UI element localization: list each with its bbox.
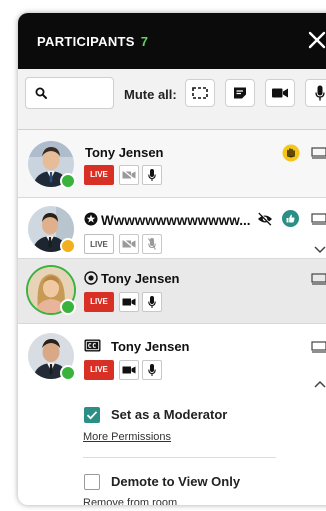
audio-toggle-button[interactable]	[142, 292, 162, 312]
microphone-icon	[148, 364, 156, 376]
mute-video-button[interactable]	[265, 79, 295, 107]
away-status-dot	[60, 238, 76, 254]
screen-share-icon	[192, 87, 208, 99]
participants-panel: PARTICIPANTS 7 Mute all: Tony Jensen LIV…	[18, 13, 326, 505]
close-icon	[308, 31, 326, 49]
raised-hand-icon[interactable]	[282, 144, 300, 162]
live-button[interactable]: LIVE	[84, 292, 114, 312]
screen-icon[interactable]	[311, 273, 326, 285]
divider	[83, 457, 276, 458]
participant-name: Tony Jensen	[111, 339, 190, 354]
video-off-icon	[122, 239, 136, 249]
hidden-eye-icon[interactable]	[257, 212, 273, 226]
mute-audio-button[interactable]	[305, 79, 326, 107]
demote-checkbox[interactable]	[84, 474, 100, 490]
moderator-label: Set as a Moderator	[111, 407, 228, 422]
more-permissions-link[interactable]: More Permissions	[83, 431, 171, 443]
microphone-icon	[148, 169, 156, 181]
participant-name: Tony Jensen	[101, 271, 180, 286]
audio-toggle-button[interactable]	[142, 165, 162, 185]
panel-title: PARTICIPANTS 7	[37, 34, 148, 49]
online-status-dot	[60, 299, 76, 315]
chevron-up-icon[interactable]	[314, 380, 326, 388]
star-badge-icon	[84, 212, 98, 226]
participant-row-expanded[interactable]: Tony Jensen LIVE Set as a Moderator More…	[18, 324, 326, 505]
presenter-icon	[84, 271, 98, 285]
video-camera-icon	[122, 298, 136, 306]
live-button[interactable]: LIVE	[84, 360, 114, 380]
video-off-icon	[122, 170, 136, 180]
avatar	[28, 206, 76, 254]
online-status-dot	[60, 173, 76, 189]
screen-icon[interactable]	[311, 213, 326, 225]
chat-icon	[234, 87, 246, 99]
screen-icon[interactable]	[311, 147, 326, 159]
online-status-dot	[60, 365, 76, 381]
mute-chat-button[interactable]	[225, 79, 255, 107]
moderator-checkbox[interactable]	[84, 407, 100, 423]
audio-toggle-button[interactable]	[142, 360, 162, 380]
demote-label: Demote to View Only	[111, 474, 241, 489]
video-camera-icon	[122, 366, 136, 374]
checkmark-icon	[86, 411, 98, 420]
avatar	[28, 333, 76, 381]
video-camera-icon	[272, 88, 288, 98]
avatar	[28, 267, 76, 315]
close-button[interactable]	[307, 27, 326, 51]
screen-icon[interactable]	[311, 341, 326, 353]
chevron-down-icon[interactable]	[314, 246, 326, 254]
live-button[interactable]: LIVE	[84, 165, 114, 185]
live-button[interactable]: LIVE	[84, 234, 114, 254]
thumbs-up-icon[interactable]	[282, 210, 299, 227]
participant-row[interactable]: Tony Jensen LIVE	[18, 130, 326, 198]
video-toggle-button[interactable]	[119, 234, 139, 254]
search-icon	[35, 87, 47, 99]
panel-title-text: PARTICIPANTS	[37, 34, 135, 49]
video-toggle-button[interactable]	[119, 360, 139, 380]
microphone-icon	[315, 85, 325, 101]
remove-from-room-link[interactable]: Remove from room	[83, 497, 177, 505]
panel-header: PARTICIPANTS 7	[18, 13, 326, 69]
participant-count: 7	[140, 34, 149, 49]
participant-name: Wwwwwwwwwwwww...	[101, 213, 251, 228]
participant-row[interactable]: Wwwwwwwwwwwww... LIVE	[18, 198, 326, 259]
microphone-off-icon	[148, 238, 156, 250]
closed-caption-icon	[84, 339, 101, 352]
search-input[interactable]	[25, 77, 114, 109]
mute-screenshare-button[interactable]	[185, 79, 215, 107]
participant-row[interactable]: Tony Jensen LIVE	[18, 259, 326, 324]
microphone-icon	[148, 296, 156, 308]
avatar	[28, 141, 76, 189]
toolbar: Mute all:	[18, 69, 326, 130]
video-toggle-button[interactable]	[119, 292, 139, 312]
video-toggle-button[interactable]	[119, 165, 139, 185]
mute-all-label: Mute all:	[124, 87, 177, 102]
audio-toggle-button[interactable]	[142, 234, 162, 254]
participant-name: Tony Jensen	[85, 145, 164, 160]
